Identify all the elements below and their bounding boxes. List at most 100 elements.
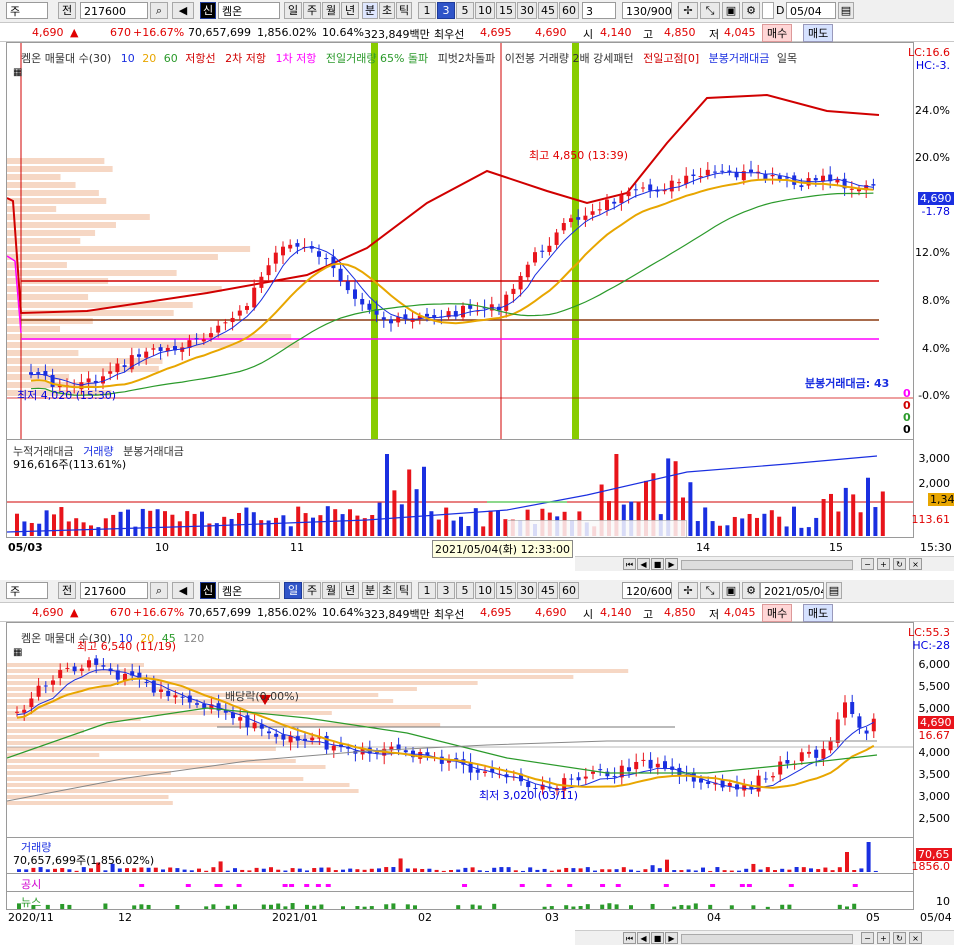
period-week[interactable]: 주 (303, 582, 321, 599)
news-panel[interactable]: 뉴스 (6, 892, 914, 910)
interval-60[interactable]: 60 (559, 2, 579, 19)
sell-button[interactable]: 매도 (803, 24, 834, 42)
bottom-scrollbar[interactable]: ⏮ ◀ ■ ▶ − + ↻ × (575, 930, 954, 945)
bottom-price-chart[interactable]: 켐온 매물대 수(30) 10 20 45 120 ▦ 최고 6,540 (11… (6, 622, 914, 838)
buy-button[interactable]: 매수 (762, 604, 793, 622)
interval-select[interactable]: 3 (582, 2, 616, 19)
period-tick[interactable]: 틱 (396, 582, 412, 599)
top-scrollbar[interactable]: ⏮ ◀ ■ ▶ − + ↻ × (575, 556, 954, 571)
scroll-stop-icon[interactable]: ■ (651, 558, 664, 570)
interval-30[interactable]: 30 (517, 2, 537, 19)
stock-code-input[interactable]: 217600 (80, 582, 148, 599)
scroll-next-icon[interactable]: ▶ (665, 558, 678, 570)
crosshair-icon[interactable]: ✢ (678, 2, 698, 19)
interval-15[interactable]: 15 (496, 582, 516, 599)
period-second[interactable]: 초 (379, 582, 395, 599)
news-bar (549, 906, 554, 909)
speaker-icon[interactable]: ◀ (172, 582, 194, 599)
scroll-prev-icon[interactable]: ◀ (637, 558, 650, 570)
calendar-icon[interactable]: ▤ (838, 2, 854, 19)
period-week[interactable]: 주 (303, 2, 321, 19)
scroll-first-icon[interactable]: ⏮ (623, 932, 636, 944)
vol-bar (859, 868, 864, 872)
prev-button[interactable]: 전 (58, 2, 76, 19)
scroll-track[interactable] (681, 560, 853, 570)
vol-bar (806, 527, 811, 536)
bottom-volume-chart[interactable]: 거래량 70,657,699주(1,856.02%) (6, 838, 914, 874)
stock-name-field[interactable]: 켐온 (218, 2, 280, 19)
vol-bar (593, 870, 597, 872)
scroll-first-icon[interactable]: ⏮ (623, 558, 636, 570)
date-field[interactable]: 2021/05/04 (760, 582, 824, 599)
grid-icon[interactable]: ▦ (13, 67, 22, 78)
market-select[interactable]: 주 (6, 2, 48, 19)
period-minute[interactable]: 분 (362, 2, 378, 19)
stock-name-field[interactable]: 켐온 (218, 582, 280, 599)
market-select[interactable]: 주 (6, 582, 48, 599)
period-month[interactable]: 월 (322, 2, 340, 19)
interval-1[interactable]: 1 (418, 582, 436, 599)
draw-tool-icon[interactable]: ⤡ (700, 582, 720, 599)
d-checkbox[interactable] (762, 2, 774, 19)
interval-45[interactable]: 45 (538, 582, 558, 599)
search-icon[interactable]: ⌕ (150, 2, 168, 19)
interval-45[interactable]: 45 (538, 2, 558, 19)
scroll-prev-icon[interactable]: ◀ (637, 932, 650, 944)
interval-3[interactable]: 3 (437, 582, 455, 599)
date-field[interactable]: 05/04 (786, 2, 836, 19)
period-day[interactable]: 일 (284, 582, 302, 599)
settings-icon[interactable]: ⚙ (742, 582, 760, 599)
period-month[interactable]: 월 (322, 582, 340, 599)
search-icon[interactable]: ⌕ (150, 582, 168, 599)
period-minute[interactable]: 분 (362, 582, 378, 599)
interval-30[interactable]: 30 (517, 582, 537, 599)
top-volume-chart[interactable]: 누적거래대금 거래량 분봉거래대금 916,616주(113.61%) (6, 440, 914, 538)
save-icon[interactable]: ▣ (722, 2, 740, 19)
settings-icon[interactable]: ⚙ (742, 2, 760, 19)
data-count-field[interactable]: 130/900 (622, 2, 672, 19)
volume-profile-bar (7, 681, 478, 685)
refresh-icon[interactable]: ↻ (893, 558, 906, 570)
zoom-in-icon[interactable]: + (877, 558, 890, 570)
period-year[interactable]: 년 (341, 582, 359, 599)
grid-icon[interactable]: ▦ (13, 647, 22, 658)
notice-panel[interactable]: 공시 (6, 874, 914, 892)
crosshair-icon[interactable]: ✢ (678, 582, 698, 599)
interval-10[interactable]: 10 (475, 582, 495, 599)
interval-5[interactable]: 5 (456, 2, 474, 19)
period-day[interactable]: 일 (284, 2, 302, 19)
interval-5[interactable]: 5 (456, 582, 474, 599)
close-icon[interactable]: × (909, 932, 922, 944)
volume-profile-bar (7, 198, 107, 204)
prev-button[interactable]: 전 (58, 582, 76, 599)
scroll-next-icon[interactable]: ▶ (665, 932, 678, 944)
sell-button[interactable]: 매도 (803, 604, 834, 622)
refresh-icon[interactable]: ↻ (893, 932, 906, 944)
interval-60[interactable]: 60 (559, 582, 579, 599)
period-tick[interactable]: 틱 (396, 2, 412, 19)
interval-15[interactable]: 15 (496, 2, 516, 19)
buy-button[interactable]: 매수 (762, 24, 793, 42)
top-candle-body (612, 201, 617, 204)
period-year[interactable]: 년 (341, 2, 359, 19)
calendar-icon[interactable]: ▤ (826, 582, 842, 599)
stock-code-input[interactable]: 217600 (80, 2, 148, 19)
close-icon[interactable]: × (909, 558, 922, 570)
data-count-field[interactable]: 120/600 (622, 582, 672, 599)
trade-amount: 323,849백만 (364, 28, 430, 41)
save-icon[interactable]: ▣ (722, 582, 740, 599)
interval-1[interactable]: 1 (418, 2, 436, 19)
speaker-icon[interactable]: ◀ (172, 2, 194, 19)
scroll-stop-icon[interactable]: ■ (651, 932, 664, 944)
top-price-chart[interactable]: 켐온 매물대 수(30) 10 20 60 저항선 2차 저항 1차 저항 전일… (6, 42, 914, 440)
zoom-in-icon[interactable]: + (877, 932, 890, 944)
period-second[interactable]: 초 (379, 2, 395, 19)
vol-bar (67, 869, 72, 872)
zoom-out-icon[interactable]: − (861, 558, 874, 570)
high-price: 4,850 (664, 26, 696, 39)
scroll-track[interactable] (681, 934, 853, 944)
interval-10[interactable]: 10 (475, 2, 495, 19)
zoom-out-icon[interactable]: − (861, 932, 874, 944)
interval-3[interactable]: 3 (437, 2, 455, 19)
draw-tool-icon[interactable]: ⤡ (700, 2, 720, 19)
